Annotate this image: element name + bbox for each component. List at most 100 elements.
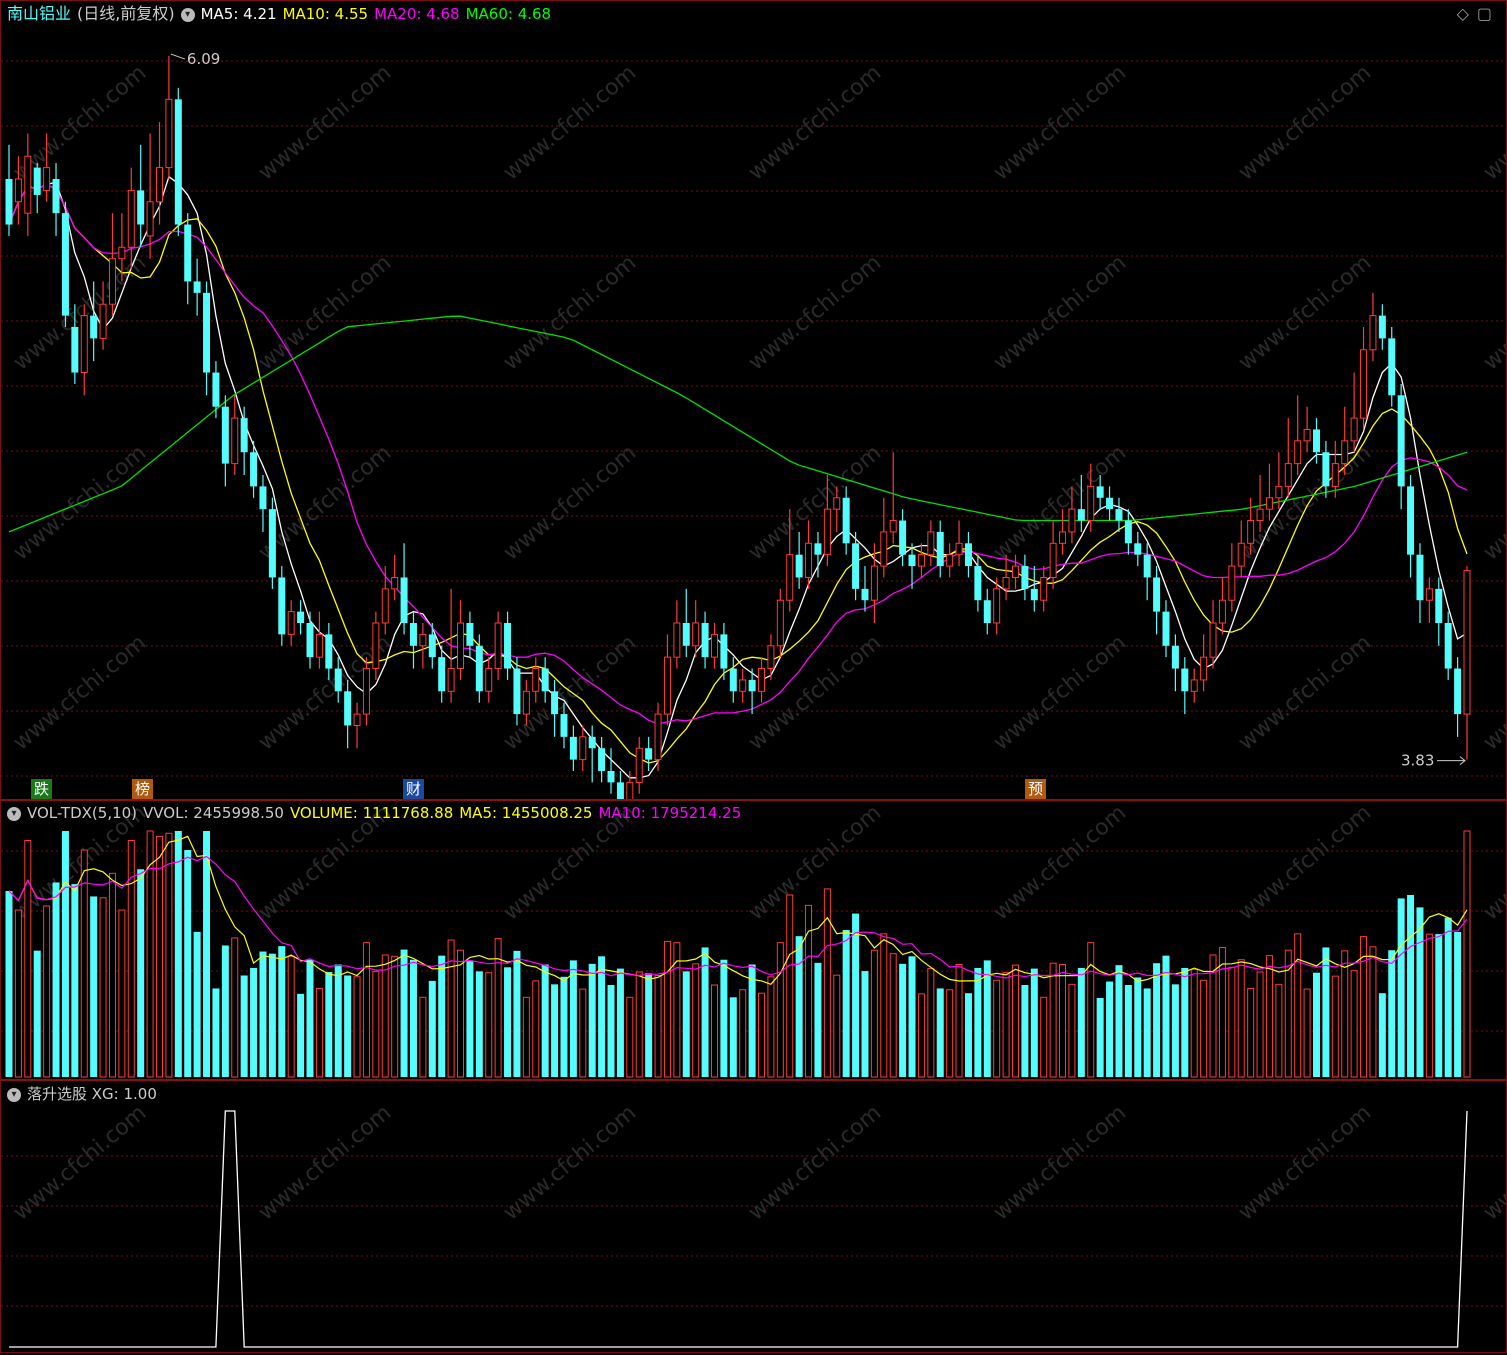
watermark-text: www.cfchi.com (989, 801, 1131, 926)
volume-bar (739, 989, 747, 1078)
volume-bar (513, 950, 521, 1077)
event-tag-list[interactable]: 榜 (132, 779, 154, 799)
candle-body (682, 623, 690, 646)
volume-bar (692, 963, 700, 1078)
candle-body (52, 179, 60, 214)
volume-bar (1228, 966, 1236, 1078)
candle-body (654, 713, 662, 761)
volume-bar (137, 869, 145, 1077)
volume-bar (409, 959, 417, 1077)
vol-ma5-readout: MA5: 1455008.25 (459, 804, 593, 822)
candlestick-chart[interactable]: www.cfchi.com www.cfchi.com www.cfchi.com w… (1, 1, 1507, 817)
watermark-text: www.cfchi.com (744, 630, 886, 755)
watermark-text: www.cfchi.com (9, 630, 151, 755)
candle-body (899, 520, 907, 555)
dropdown-icon[interactable]: ▾ (7, 806, 21, 821)
chart-mode[interactable]: (日线,前复权) (77, 4, 175, 23)
volume-bar (1463, 830, 1471, 1078)
volume-bar (1002, 972, 1010, 1078)
volume-bar (1181, 967, 1189, 1077)
volume-bar (174, 831, 182, 1077)
event-tag-forecast[interactable]: 预 (1025, 779, 1047, 799)
candle-body (221, 406, 229, 464)
candle-body (880, 531, 888, 567)
candle-body (917, 554, 925, 567)
volume-chart[interactable]: www.cfchi.com www.cfchi.com www.cfchi.com w… (1, 800, 1507, 1079)
volume-bar (315, 987, 323, 1078)
price-panel[interactable]: www.cfchi.com www.cfchi.com www.cfchi.com w… (1, 1, 1507, 817)
candle-body (1171, 645, 1179, 669)
volume-bar (964, 993, 972, 1077)
volume-bar (344, 975, 352, 1077)
candle-body (278, 577, 286, 635)
candle-body (1124, 520, 1132, 544)
candle-body (1190, 679, 1198, 692)
stock-name[interactable]: 南山铝业 (7, 4, 71, 23)
volume-bar (1049, 962, 1057, 1078)
volume-bar (1350, 970, 1358, 1078)
candle-body (353, 713, 361, 726)
candle-body (579, 736, 587, 761)
candle-body (466, 623, 474, 646)
volume-bar (833, 974, 841, 1078)
watermark-text: www.cfchi.com (989, 250, 1131, 375)
candle-body (1360, 349, 1368, 419)
volume-bar (1171, 984, 1179, 1077)
candle-body (692, 622, 700, 647)
candle-body (936, 531, 944, 567)
candle-body (729, 668, 737, 692)
candle-body (1322, 452, 1330, 487)
candle-body (1397, 395, 1405, 487)
candle-body (1265, 497, 1273, 510)
signal-panel[interactable]: www.cfchi.com www.cfchi.com www.cfchi.com w… (1, 1081, 1507, 1351)
volume-bar (1416, 907, 1424, 1077)
volume-bar (475, 971, 483, 1077)
watermark-text: www.cfchi.com (1479, 60, 1506, 185)
volume-bar (165, 832, 173, 1078)
dropdown-icon[interactable]: ▾ (7, 1087, 21, 1102)
candle-body (870, 565, 878, 601)
candle-body (61, 213, 69, 316)
signal-chart[interactable]: www.cfchi.com www.cfchi.com www.cfchi.com w… (1, 1081, 1507, 1351)
volume-bar (457, 949, 465, 1078)
candle-body (381, 588, 389, 624)
candle-body (1068, 508, 1076, 533)
candle-body (1407, 486, 1415, 555)
volume-bar (814, 962, 822, 1077)
candle-body (805, 542, 813, 578)
volume-bar (607, 984, 615, 1077)
volume-bar (485, 972, 493, 1078)
candle-body (946, 554, 954, 567)
vol-indicator-name[interactable]: VOL-TDX(5,10) (27, 804, 137, 822)
event-tag-drop[interactable]: 跌 (31, 779, 53, 799)
candle-body (541, 668, 549, 692)
dropdown-icon[interactable]: ▾ (180, 7, 195, 22)
volume-panel[interactable]: www.cfchi.com www.cfchi.com www.cfchi.com w… (1, 800, 1507, 1079)
candle-body (99, 303, 107, 339)
candle-body (1143, 554, 1151, 578)
candle-body (974, 566, 982, 601)
volume-bar (1265, 955, 1273, 1078)
signal-readout[interactable]: 落升选股 XG: 1.00 (27, 1085, 157, 1103)
volume-bar (90, 896, 98, 1077)
candle-body (588, 736, 596, 749)
volume-bar (532, 980, 540, 1078)
candle-body (1049, 542, 1057, 578)
candle-body (1181, 668, 1189, 692)
window-controls[interactable]: ◇▢ (1457, 4, 1500, 23)
candle-body (485, 668, 493, 692)
volume-bar (946, 989, 954, 1078)
volume-bar (861, 971, 869, 1077)
volume-bar (588, 963, 596, 1077)
volume-bar (635, 971, 643, 1078)
candle-body (1331, 463, 1339, 487)
watermark-text: www.cfchi.com (9, 250, 151, 375)
event-tag-finance[interactable]: 财 (403, 779, 425, 799)
volume-bar (1435, 934, 1443, 1077)
volume-bar (250, 967, 258, 1077)
volume-bar (391, 955, 399, 1078)
candle-body (626, 781, 634, 806)
candle-body (739, 679, 747, 692)
candle-body (710, 633, 718, 658)
candle-body (635, 747, 643, 783)
